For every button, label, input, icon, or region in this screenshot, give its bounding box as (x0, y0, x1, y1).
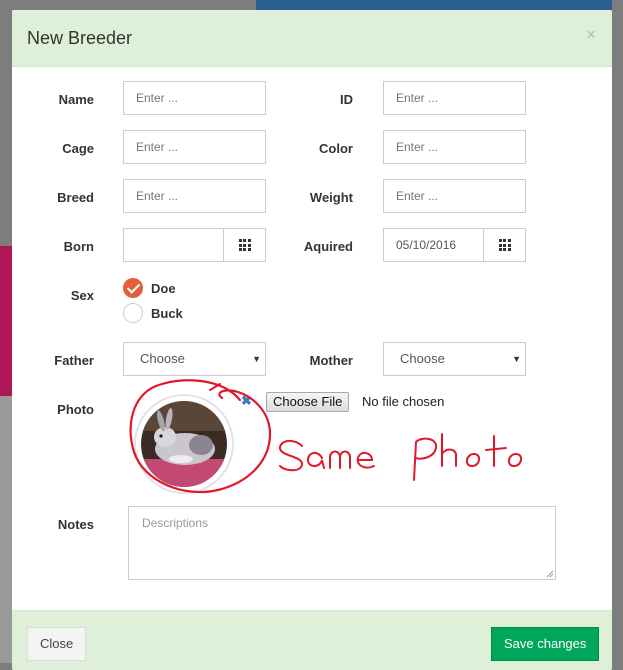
radio-circle[interactable] (123, 303, 143, 323)
born-date-input[interactable] (123, 228, 224, 262)
radio-label-buck: Buck (151, 305, 183, 321)
notes-placeholder: Descriptions (142, 516, 209, 530)
resize-grip-icon[interactable] (546, 570, 554, 578)
cage-label: Cage (62, 141, 94, 156)
notes-textarea[interactable]: Descriptions (128, 506, 556, 580)
name-input[interactable] (123, 81, 266, 115)
background-panel (0, 396, 12, 663)
modal-title: New Breeder (27, 28, 133, 48)
handwritten-annotation (129, 379, 522, 494)
aquired-date-input[interactable]: 05/10/2016 (383, 228, 484, 262)
mother-label: Mother (309, 353, 353, 368)
modal-header: New Breeder × (12, 10, 612, 67)
breed-label: Breed (57, 190, 94, 205)
background-topbar (256, 0, 612, 10)
modal-footer: Close Save changes (12, 610, 612, 670)
color-input[interactable] (383, 130, 526, 164)
sex-label: Sex (70, 288, 94, 303)
breed-input[interactable] (123, 179, 266, 213)
radio-label-doe: Doe (151, 280, 176, 296)
sex-radio-buck[interactable]: Buck (123, 303, 183, 323)
new-breeder-modal: New Breeder × Name ID Cage Color Breed W… (12, 10, 612, 670)
born-date-picker (123, 228, 266, 262)
aquired-date-picker: 05/10/2016 (383, 228, 526, 262)
cage-input[interactable] (123, 130, 266, 164)
close-button[interactable]: Close (27, 627, 87, 661)
calendar-grid-icon[interactable] (484, 228, 526, 262)
sex-radio-doe[interactable]: Doe (123, 278, 176, 298)
weight-input[interactable] (383, 179, 526, 213)
name-label: Name (58, 92, 94, 107)
mother-select-value: Choose (400, 351, 445, 366)
id-label: ID (340, 92, 353, 107)
color-label: Color (319, 141, 353, 156)
calendar-grid-icon[interactable] (224, 228, 266, 262)
aquired-label: Aquired (303, 239, 353, 254)
photo-label: Photo (57, 402, 94, 417)
save-changes-button[interactable]: Save changes (491, 627, 600, 661)
weight-label: Weight (309, 190, 353, 205)
checkmark-icon[interactable] (123, 278, 143, 298)
id-input[interactable] (383, 81, 526, 115)
born-label: Born (63, 239, 94, 254)
close-icon[interactable]: × (586, 25, 596, 45)
background-sidebar-image (0, 246, 12, 396)
father-label: Father (54, 353, 94, 368)
father-select-value: Choose (140, 351, 185, 366)
notes-label: Notes (57, 517, 94, 532)
